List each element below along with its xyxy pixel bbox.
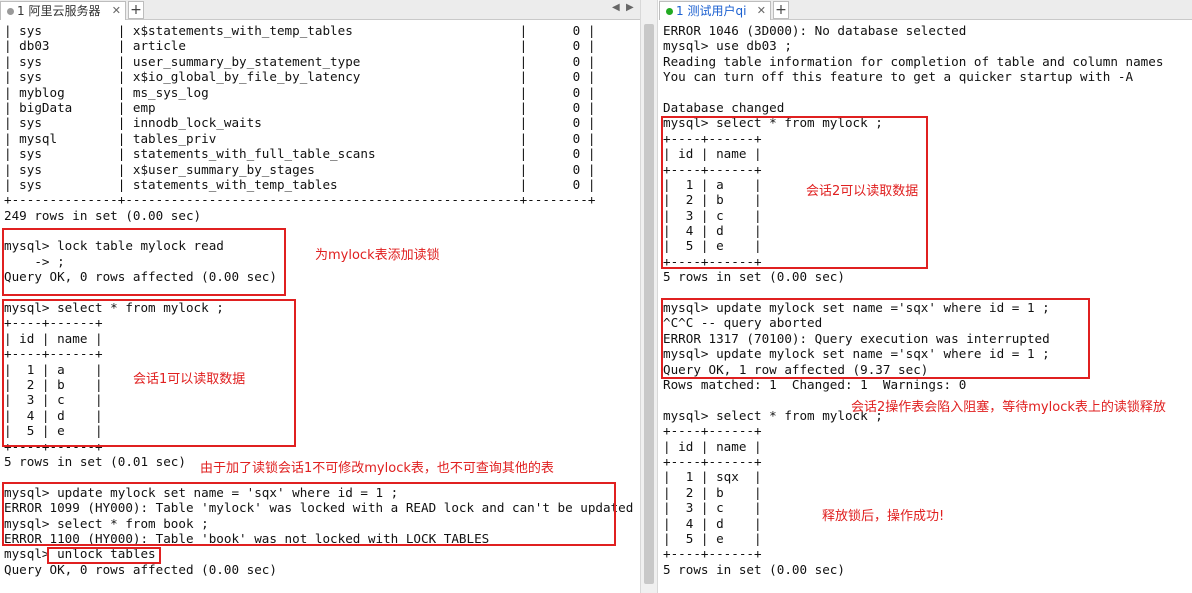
terminal-line: | sys | x$io_global_by_file_by_latency |… — [4, 69, 596, 85]
terminal-output[interactable]: ERROR 1046 (3D000): No database selected… — [659, 23, 1192, 577]
terminal-line: +----+------+ — [663, 423, 762, 439]
terminal-line: ERROR 1100 (HY000): Table 'book' was not… — [4, 530, 490, 546]
terminal-line: 5 rows in set (0.00 sec) — [663, 269, 845, 285]
annotation-session2-blocked: 会话2操作表会陷入阻塞，等待mylock表上的读锁释放 — [851, 400, 1166, 415]
terminal-line: mysql> select * from mylock ; — [4, 300, 224, 316]
terminal-line: 5 rows in set (0.00 sec) — [663, 561, 845, 577]
terminal-line: +----+------+ — [4, 438, 103, 454]
terminal-line: | mysql | tables_priv | 0 | — [4, 130, 596, 146]
terminal-line: | sys | statements_with_full_table_scans… — [4, 146, 596, 162]
terminal-output[interactable]: | sys | x$statements_with_temp_tables | … — [0, 23, 640, 577]
terminal-line: +----+------+ — [663, 130, 762, 146]
terminal-line: | id | name | — [663, 438, 762, 454]
terminal-line: | 4 | d | — [663, 223, 762, 239]
tab-label: 1 测试用户qi — [676, 4, 747, 18]
terminal-line: mysql> use db03 ; — [663, 38, 792, 54]
close-icon[interactable]: ✕ — [112, 2, 121, 20]
terminal-line: | 5 | e | — [663, 238, 762, 254]
terminal-line: Query OK, 0 rows affected (0.00 sec) — [4, 269, 277, 285]
tab-test-user[interactable]: 1 测试用户qi ✕ — [659, 1, 771, 20]
tab-scroll-right-icon[interactable]: ▶ — [626, 2, 634, 13]
terminal-line: | sys | x$user_summary_by_stages | 0 | — [4, 161, 596, 177]
annotation-session1-read: 会话1可以读取数据 — [133, 372, 246, 387]
terminal-line: ERROR 1046 (3D000): No database selected — [663, 23, 967, 38]
terminal-line: | 5 | e | — [4, 423, 103, 439]
terminal-line: | sys | innodb_lock_waits | 0 | — [4, 115, 596, 131]
terminal-line: +----+------+ — [663, 161, 762, 177]
terminal-line: Query OK, 1 row affected (9.37 sec) — [663, 361, 929, 377]
annotation-cannot-modify: 由于加了读锁会话1不可修改mylock表，也不可查询其他的表 — [200, 461, 554, 476]
left-tab-bar: 1 阿里云服务器 ✕ + ◀ ▶ — [0, 0, 640, 20]
terminal-line: | id | name | — [663, 146, 762, 162]
terminal-line: | 1 | sqx | — [663, 469, 762, 485]
terminal-line: +--------------+------------------------… — [4, 192, 596, 208]
terminal-line: | 4 | d | — [4, 407, 103, 423]
status-dot-icon — [666, 8, 673, 15]
terminal-line: | 2 | b | — [4, 376, 103, 392]
add-tab-button[interactable]: + — [773, 1, 789, 19]
terminal-line: Database changed — [663, 99, 785, 115]
close-icon[interactable]: ✕ — [757, 2, 766, 20]
terminal-line: You can turn off this feature to get a q… — [663, 69, 1134, 85]
add-tab-button[interactable]: + — [128, 1, 144, 19]
terminal-line: Reading table information for completion… — [663, 53, 1164, 69]
left-terminal-pane[interactable]: 1 阿里云服务器 ✕ + ◀ ▶ | sys | x$statements_wi… — [0, 0, 640, 593]
terminal-line: | 1 | a | — [663, 176, 762, 192]
terminal-line: +----+------+ — [663, 453, 762, 469]
annotation-session2-read: 会话2可以读取数据 — [806, 184, 919, 199]
terminal-line: ERROR 1099 (HY000): Table 'mylock' was l… — [4, 500, 634, 516]
terminal-line: Rows matched: 1 Changed: 1 Warnings: 0 — [663, 376, 967, 392]
terminal-line: | myblog | ms_sys_log | 0 | — [4, 84, 596, 100]
terminal-line: | sys | x$statements_with_temp_tables | … — [4, 23, 596, 38]
terminal-line: | id | name | — [4, 330, 103, 346]
right-terminal-pane[interactable]: 1 测试用户qi ✕ + ERROR 1046 (3D000): No data… — [659, 0, 1192, 593]
terminal-line: +----+------+ — [4, 346, 103, 362]
status-dot-icon — [7, 8, 14, 15]
terminal-line: | sys | user_summary_by_statement_type |… — [4, 53, 596, 69]
terminal-line: | 2 | b | — [663, 484, 762, 500]
annotation-success: 释放锁后，操作成功! — [822, 509, 945, 524]
terminal-line: mysql> select * from book ; — [4, 515, 209, 531]
tab-scroll-left-icon[interactable]: ◀ — [612, 2, 620, 13]
terminal-line: | 3 | c | — [4, 392, 103, 408]
terminal-line: +----+------+ — [4, 315, 103, 331]
tab-aliyun-server[interactable]: 1 阿里云服务器 ✕ — [0, 1, 126, 20]
terminal-line: mysql> update mylock set name = 'sqx' wh… — [4, 484, 399, 500]
terminal-line: +----+------+ — [663, 546, 762, 562]
terminal-line: Query OK, 0 rows affected (0.00 sec) — [4, 561, 277, 577]
annotation-lock-read: 为mylock表添加读锁 — [315, 248, 440, 263]
terminal-line: +----+------+ — [663, 253, 762, 269]
tab-label: 1 阿里云服务器 — [17, 4, 101, 18]
terminal-line: mysql> update mylock set name ='sqx' whe… — [663, 300, 1050, 316]
terminal-line: | 1 | a | — [4, 361, 103, 377]
right-tab-bar: 1 测试用户qi ✕ + — [659, 0, 1192, 20]
terminal-line: mysql> unlock tables — [4, 546, 156, 562]
terminal-line: mysql> select * from mylock ; — [663, 115, 883, 131]
terminal-line: ERROR 1317 (70100): Query execution was … — [663, 330, 1050, 346]
terminal-line: 249 rows in set (0.00 sec) — [4, 207, 202, 223]
terminal-line: | sys | statements_with_temp_tables | 0 … — [4, 176, 596, 192]
terminal-line: mysql> update mylock set name ='sqx' whe… — [663, 346, 1050, 362]
terminal-line: | db03 | article | 0 | — [4, 38, 596, 54]
left-pane-scrollbar[interactable] — [640, 0, 658, 593]
terminal-line: | bigData | emp | 0 | — [4, 99, 596, 115]
scrollbar-thumb[interactable] — [644, 24, 654, 584]
terminal-line: | 2 | b | — [663, 192, 762, 208]
terminal-line: ^C^C -- query aborted — [663, 315, 823, 331]
terminal-line: | 5 | e | — [663, 530, 762, 546]
terminal-line: | 3 | c | — [663, 207, 762, 223]
